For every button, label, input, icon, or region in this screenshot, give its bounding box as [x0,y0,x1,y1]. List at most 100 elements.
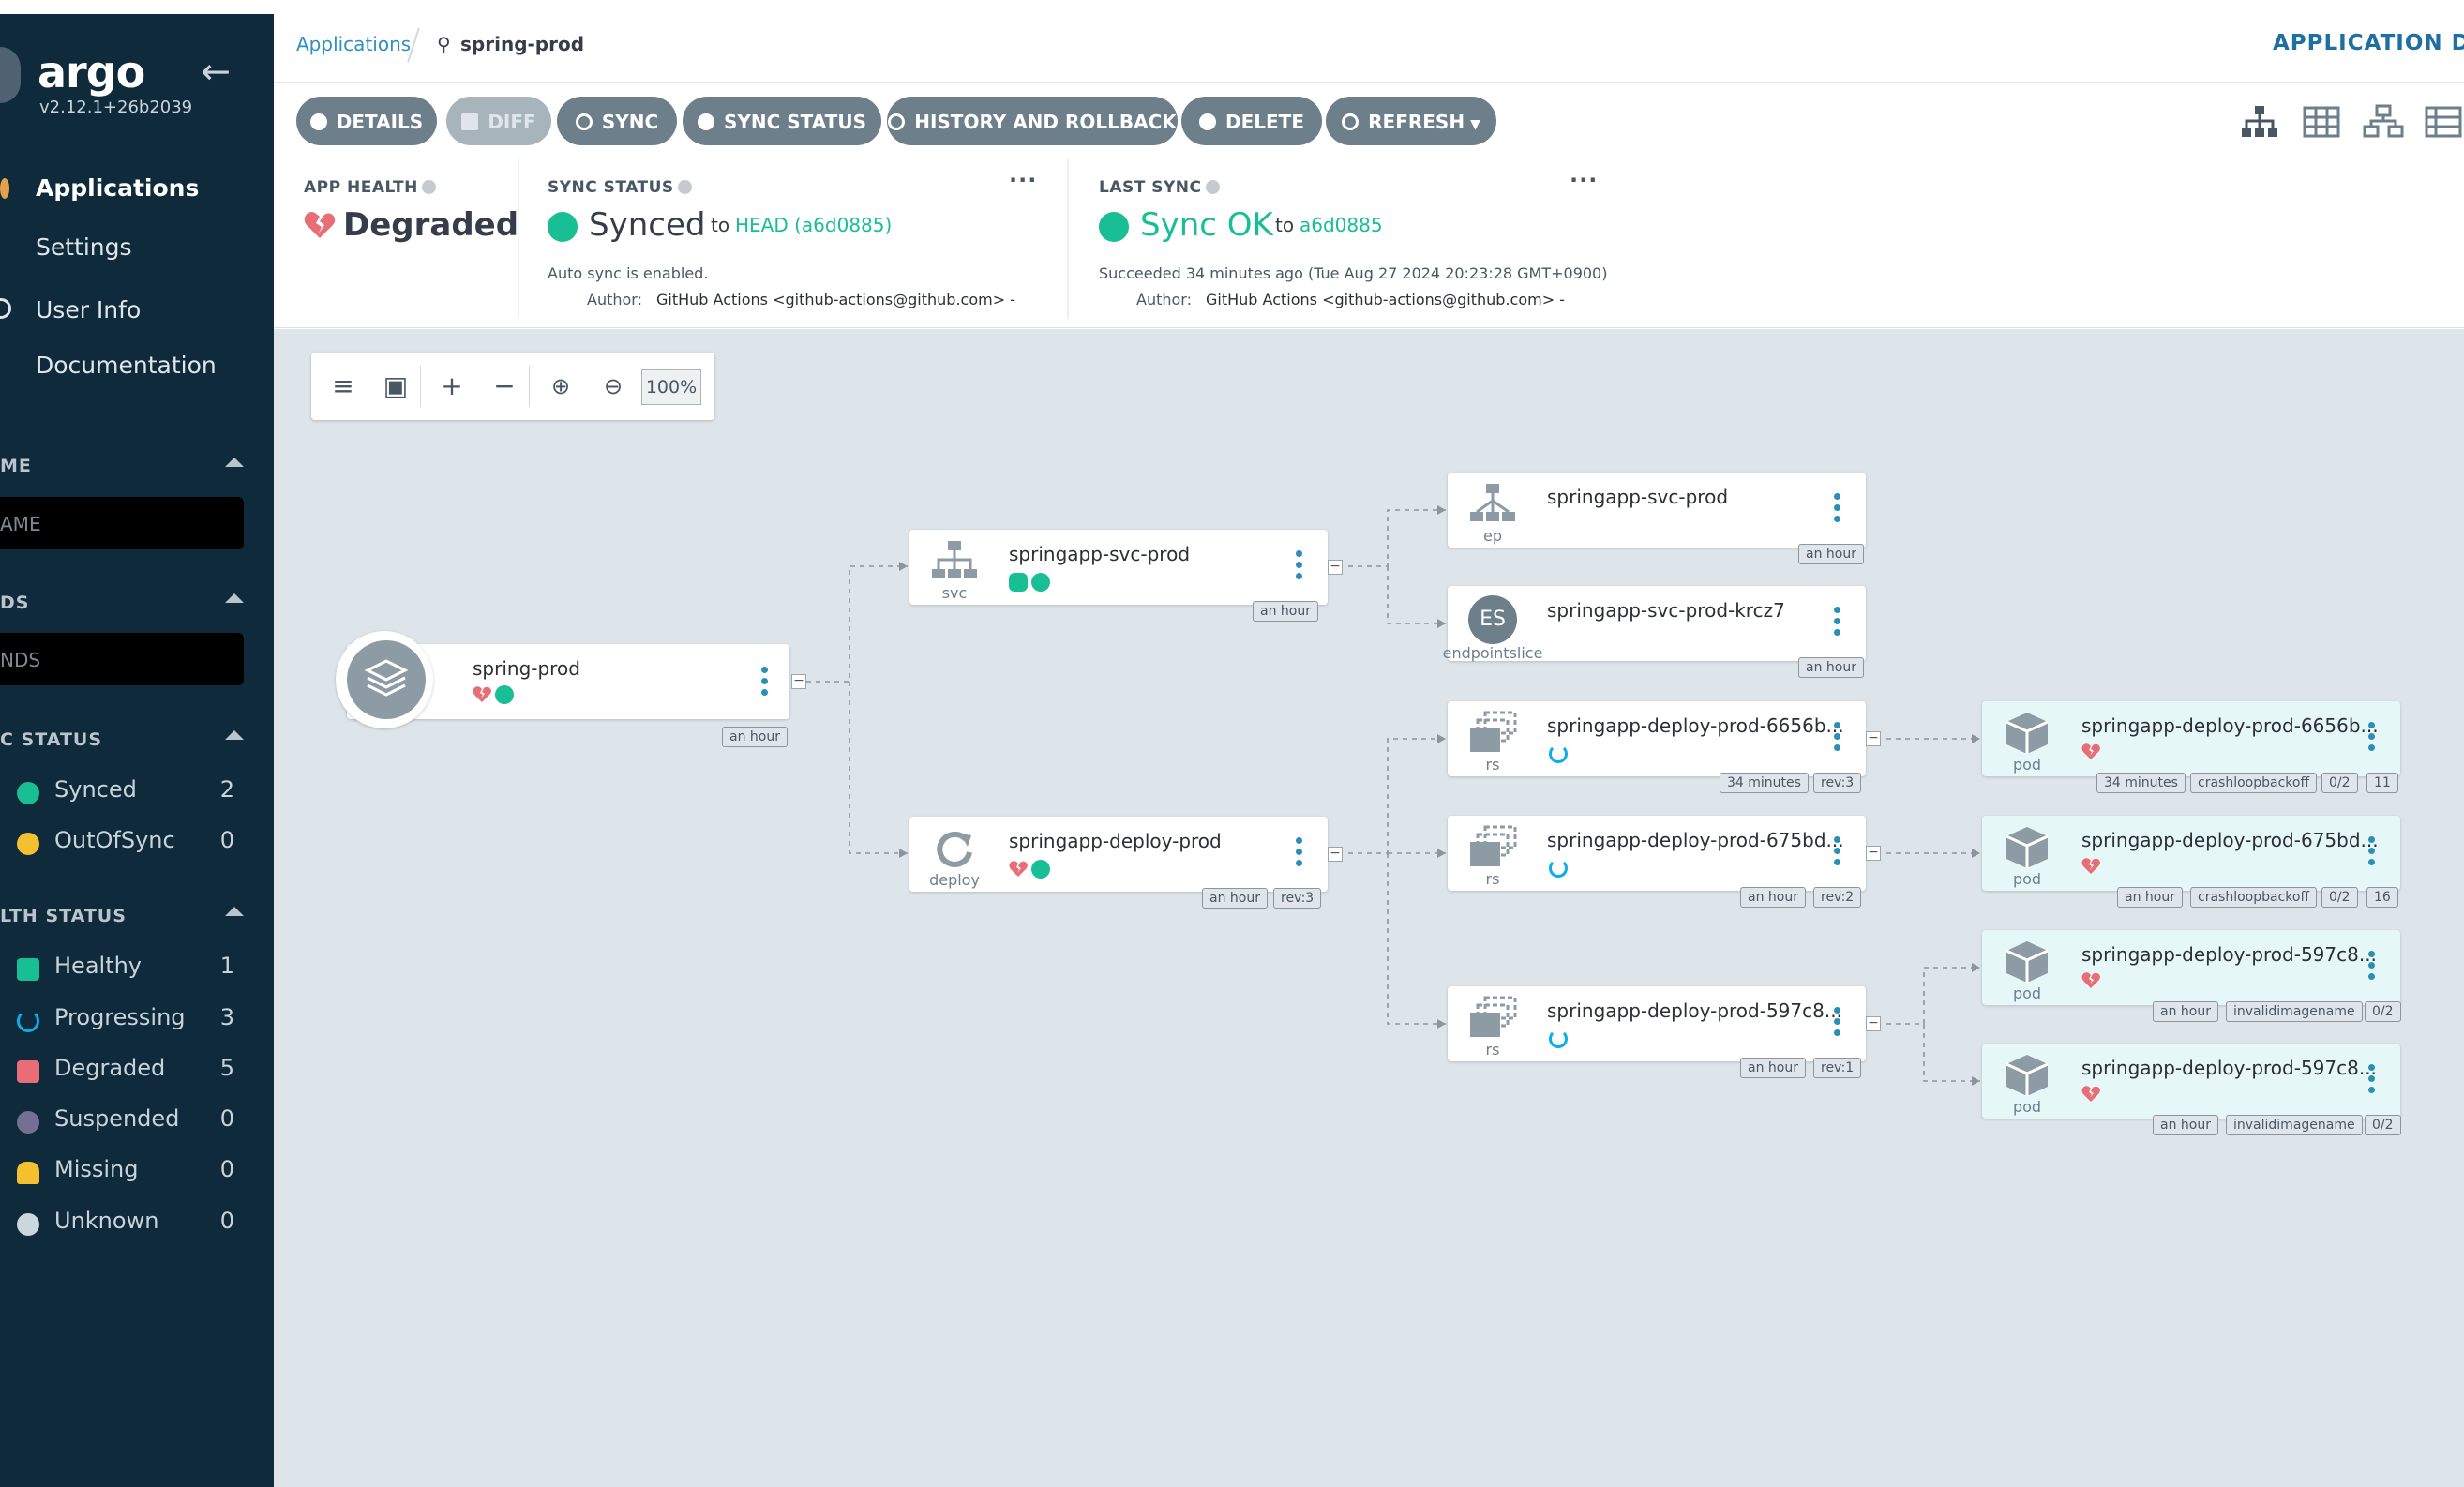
collapse-kinds-filter-icon[interactable] [225,593,244,603]
help-icon[interactable] [1205,180,1220,194]
help-icon[interactable] [421,180,436,194]
refresh-button[interactable]: REFRESH ▼ [1326,97,1496,145]
resource-tree-canvas: ≡ ▣ + − ⊕ ⊖ 100% spring-prod − an hour s… [274,329,2464,1487]
progressing-spinner-icon [17,1010,39,1032]
broken-heart-icon [17,1060,39,1083]
filter-outofsync[interactable]: OutOfSync 0 [17,825,242,863]
node-age-tag: an hour [1253,601,1318,622]
node-replicaset-6656b[interactable]: rs springapp-deploy-prod-6656b... − 34 m… [1448,701,1881,793]
service-icon [932,541,977,578]
collapse-toggle-icon[interactable]: − [1866,1016,1881,1031]
node-menu-icon[interactable] [1296,837,1303,873]
filter-missing[interactable]: Missing 0 [17,1154,242,1192]
node-name: springapp-deploy-prod-675bd... [2081,829,2379,851]
synced-check-icon [1031,573,1050,592]
node-menu-icon[interactable] [2368,722,2376,758]
help-icon[interactable] [677,180,692,194]
tree-view-icon[interactable] [2239,104,2280,140]
collapse-toggle-icon[interactable]: − [791,674,806,689]
collapse-sidebar-arrow-icon[interactable]: ← [201,51,231,92]
node-pod-6656b[interactable]: pod springapp-deploy-prod-6656b... 34 mi… [1982,701,2400,793]
node-springapp-svc-prod[interactable]: svc springapp-svc-prod − an hour [909,530,1343,622]
node-kind-label: pod [2012,984,2042,1002]
node-menu-icon[interactable] [1296,550,1303,586]
filter-suspended[interactable]: Suspended 0 [17,1104,242,1141]
diff-button[interactable]: DIFF [446,97,551,145]
node-kind-label: pod [2012,870,2042,888]
node-pod-597c8-a[interactable]: pod springapp-deploy-prod-597c8... an ho… [1982,930,2401,1022]
sync-status-button[interactable]: SYNC STATUS [683,97,881,145]
node-menu-icon[interactable] [2368,1064,2376,1100]
collapse-health-status-icon[interactable] [225,907,244,916]
list-view-icon[interactable] [2423,104,2464,140]
sync-button[interactable]: SYNC [557,97,677,145]
node-menu-icon[interactable] [1834,493,1841,529]
details-button-label: DETAILS [336,111,424,133]
app-node-spring-prod[interactable]: spring-prod − an hour [336,631,806,747]
last-sync-value: Sync OK [1140,206,1273,244]
filter-outofsync-count: 0 [219,827,234,853]
page-title: APPLICATION DETA [2273,31,2464,55]
node-menu-icon[interactable] [1834,607,1841,642]
node-name: springapp-svc-prod-krcz7 [1547,599,1785,622]
nav-settings[interactable]: Settings [36,233,132,261]
node-springapp-deploy-prod[interactable]: deploy springapp-deploy-prod − an hour r… [909,817,1343,909]
filter-unknown[interactable]: Unknown 0 [17,1206,242,1243]
collapse-toggle-icon[interactable]: − [1328,847,1343,862]
last-sync-more-icon[interactable]: ··· [1570,167,1598,193]
details-button[interactable]: DETAILS [296,97,437,145]
pause-icon [17,1111,39,1134]
node-name: springapp-svc-prod [1547,486,1729,508]
collapse-name-filter-icon[interactable] [225,458,244,467]
filter-healthy-count: 1 [219,953,234,979]
node-replicaset-597c8[interactable]: rs springapp-deploy-prod-597c8... − an h… [1448,986,1881,1078]
node-menu-icon[interactable] [761,667,769,702]
node-age-tag: an hour [1740,1058,1806,1078]
synced-check-icon [17,782,39,804]
pod-status-tag: crashloopbackoff [2190,773,2318,793]
node-menu-icon[interactable] [1834,1007,1841,1043]
node-age-tag: an hour [722,727,788,747]
nav-user-info[interactable]: User Info [0,296,141,323]
collapse-sync-status-icon[interactable] [225,730,244,740]
node-menu-icon[interactable] [2368,836,2376,872]
filter-progressing-label: Progressing [54,1004,186,1030]
filter-progressing[interactable]: Progressing 3 [17,1002,242,1040]
collapse-toggle-icon[interactable]: − [1328,560,1343,575]
last-sync-revision-link[interactable]: a6d0885 [1300,214,1383,236]
filter-missing-count: 0 [219,1156,234,1182]
name-filter-input[interactable]: AME [0,497,244,549]
pod-ready-tag: 0/2 [2365,1001,2401,1022]
endpointslice-badge-icon: ES [1468,595,1517,644]
question-icon [17,1213,39,1236]
delete-button[interactable]: DELETE [1181,97,1322,145]
kinds-filter-input[interactable]: NDS [0,633,244,685]
filter-degraded-label: Degraded [54,1055,166,1081]
filter-healthy[interactable]: Healthy 1 [17,951,242,988]
node-revision-tag: rev:3 [1273,888,1322,909]
network-view-icon[interactable] [2363,104,2404,140]
node-pod-675bd[interactable]: pod springapp-deploy-prod-675bd... an ho… [1982,816,2400,908]
node-springapp-svc-prod-krcz7[interactable]: ES endpointslice springapp-svc-prod-krcz… [1443,586,1866,678]
node-menu-icon[interactable] [1834,836,1841,872]
pod-status-tag: invalidimagename [2226,1001,2363,1022]
node-replicaset-675bd[interactable]: rs springapp-deploy-prod-675bd... − an h… [1448,816,1881,908]
node-menu-icon[interactable] [1834,722,1841,758]
breadcrumb-applications[interactable]: Applications [296,33,411,55]
breadcrumb-current[interactable]: ⚲ spring-prod [437,33,584,55]
node-pod-597c8-b[interactable]: pod springapp-deploy-prod-597c8... an ho… [1982,1044,2401,1135]
nav-applications[interactable]: Applications [0,174,199,202]
sync-status-more-icon[interactable]: ··· [1009,167,1037,193]
pods-view-icon[interactable] [2301,104,2342,140]
collapse-toggle-icon[interactable]: − [1866,731,1881,746]
sync-revision-link[interactable]: HEAD (a6d0885) [735,214,892,236]
node-age-tag: an hour [1740,887,1806,908]
filter-synced[interactable]: Synced 2 [17,774,242,812]
collapse-toggle-icon[interactable]: − [1866,846,1881,861]
history-and-rollback-button[interactable]: HISTORY AND ROLLBACK [887,97,1178,145]
node-springapp-svc-prod-ep[interactable]: ep springapp-svc-prod an hour [1448,473,1866,564]
nav-documentation[interactable]: Documentation [36,352,217,379]
node-menu-icon[interactable] [2368,951,2376,986]
filter-degraded[interactable]: Degraded 5 [17,1053,242,1090]
top-header: Applications ⚲ spring-prod APPLICATION D… [274,14,2464,83]
